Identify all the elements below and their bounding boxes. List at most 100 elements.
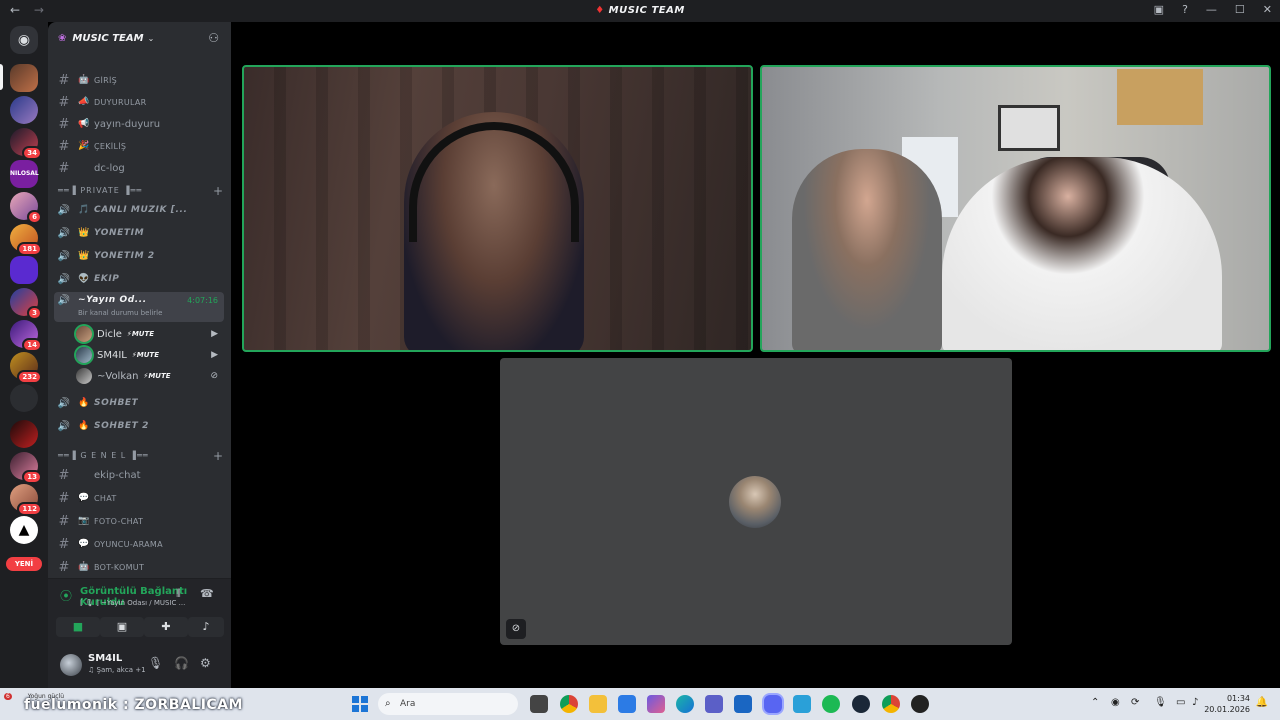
voice-user[interactable]: ~Volkan ⚡MUTE ⊘: [76, 367, 224, 385]
text-channel[interactable]: # 💬 OYUNCU-ARAMA: [54, 534, 224, 554]
guild-header[interactable]: ❀ MUSIC TEAM ⌄ ⚇: [48, 22, 231, 54]
gear-icon[interactable]: ⚙: [200, 656, 211, 670]
steam-icon[interactable]: [852, 695, 870, 713]
add-channel-icon[interactable]: +: [213, 449, 224, 463]
triangle-logo-icon: ▲: [18, 522, 30, 538]
voice-channel[interactable]: 🔊 👑 YÖNETİM: [54, 223, 224, 243]
chrome-icon[interactable]: [560, 695, 578, 713]
discord-taskbar-icon[interactable]: [764, 695, 782, 713]
server-icon[interactable]: 181: [10, 224, 42, 256]
text-channel[interactable]: # 📣 DUYURULAR: [54, 92, 224, 112]
server-icon[interactable]: 3: [10, 288, 42, 320]
file-explorer-icon[interactable]: [589, 695, 607, 713]
server-icon[interactable]: 14: [10, 320, 42, 352]
video-tile-dicle[interactable]: [242, 65, 753, 352]
channel-status[interactable]: Bir kanal durumu belirle: [78, 309, 162, 317]
voice-user[interactable]: SM4IL ⚡MUTE ▶: [76, 346, 224, 364]
server-icon[interactable]: [10, 256, 38, 284]
connection-channel[interactable]: [ 🎙 ] ~Yayın Odası / MUSIC ...: [80, 599, 185, 607]
text-channel[interactable]: # 🤖 GİRİŞ: [54, 70, 224, 90]
text-channel[interactable]: # ekip-chat: [54, 465, 224, 485]
text-channel[interactable]: # 🎉 ÇEKİLİŞ: [54, 136, 224, 156]
tray-chevron-icon[interactable]: ⌃: [1091, 697, 1099, 708]
disconnect-icon[interactable]: ☎: [200, 587, 214, 600]
text-channel[interactable]: # 📷 FOTO-CHAT: [54, 511, 224, 531]
voice-user-name: Dicle: [97, 328, 122, 340]
voice-channel[interactable]: 🔊 🔥 SOHBET: [54, 393, 224, 413]
video-tile-volkan[interactable]: ⊘: [500, 358, 1012, 645]
new-badge[interactable]: YENİ: [6, 557, 42, 571]
invite-icon[interactable]: ⚇: [208, 31, 219, 45]
server-icon[interactable]: NILOSAL: [10, 160, 39, 188]
camera-button[interactable]: ■: [56, 617, 100, 637]
server-icon[interactable]: 13: [10, 452, 42, 484]
user-bar: SM4IL ♫ Şam, akca +1 🎙 🎧 ⚙: [48, 642, 231, 688]
mute-tag: ⚡MUTE: [131, 351, 159, 359]
tray-sync-icon[interactable]: ⟳: [1131, 697, 1139, 708]
voice-channel[interactable]: 🔊 🔥 SOHBET 2: [54, 416, 224, 436]
video-tile-sm4il[interactable]: [760, 65, 1271, 352]
activities-button[interactable]: ✚: [144, 617, 188, 637]
text-channel[interactable]: # dc-log: [54, 158, 224, 178]
screen-share-button[interactable]: ▣: [100, 617, 144, 637]
active-voice-channel[interactable]: 🔊 ~Yayın Od... 4:07:16 Bir kanal durumu bel…: [54, 292, 224, 322]
start-button[interactable]: [352, 696, 368, 712]
add-channel-icon[interactable]: +: [213, 184, 224, 198]
soundboard-button[interactable]: ♪: [188, 617, 224, 637]
text-channel[interactable]: # 📢 yayın-duyuru: [54, 114, 224, 134]
obs-icon[interactable]: [911, 695, 929, 713]
volume-icon[interactable]: ♪: [1192, 697, 1198, 708]
headphones-icon[interactable]: 🎧: [174, 656, 189, 670]
server-icon[interactable]: 34: [10, 128, 42, 160]
news-badge: 6: [4, 693, 12, 700]
microphone-icon[interactable]: 🎙: [148, 656, 163, 670]
hash-icon: #: [58, 94, 70, 110]
teams-icon[interactable]: [705, 695, 723, 713]
voice-channel[interactable]: 🔊 👑 YÖNETİM 2: [54, 246, 224, 266]
server-icon[interactable]: 6: [10, 192, 42, 224]
mention-badge: 232: [17, 370, 42, 384]
minimize-button[interactable]: —: [1206, 3, 1217, 16]
tray-app-icon[interactable]: ◉: [1111, 697, 1120, 708]
system-clock[interactable]: 01:34 20.01.2026: [1204, 693, 1250, 715]
server-icon[interactable]: 112: [10, 484, 42, 516]
server-icon[interactable]: ▲: [10, 516, 38, 544]
server-icon[interactable]: [10, 420, 38, 448]
monitor-icon[interactable]: [793, 695, 811, 713]
edge-icon[interactable]: [676, 695, 694, 713]
notification-icon[interactable]: 🔔: [1256, 697, 1268, 708]
text-channel[interactable]: # 🤖 BOT-KOMUT: [54, 557, 224, 577]
maximize-button[interactable]: ☐: [1235, 3, 1245, 16]
text-channel[interactable]: # 💬 CHAT: [54, 488, 224, 508]
network-icon[interactable]: ▭: [1176, 697, 1185, 708]
chrome-profile-icon[interactable]: [882, 695, 900, 713]
task-view-icon[interactable]: [530, 695, 548, 713]
channel-sidebar: ❀ MUSIC TEAM ⌄ ⚇ # 🤖 GİRİŞ # 📣 DUYURULAR # 📢 yay…: [48, 22, 231, 688]
user-avatar[interactable]: [60, 654, 82, 676]
close-button[interactable]: ✕: [1263, 3, 1272, 16]
help-icon[interactable]: ?: [1182, 3, 1188, 16]
home-button[interactable]: ◉: [10, 26, 38, 54]
server-icon[interactable]: [10, 384, 38, 412]
server-icon[interactable]: [10, 64, 38, 92]
user-name[interactable]: SM4IL: [88, 653, 122, 664]
server-icon[interactable]: 232: [10, 352, 42, 384]
store-icon[interactable]: [618, 695, 636, 713]
outlook-icon[interactable]: [734, 695, 752, 713]
tray-mic-icon[interactable]: 🎙: [1154, 697, 1167, 708]
channel-label: CHAT: [94, 493, 117, 503]
copilot-icon[interactable]: [647, 695, 665, 713]
camera-off-icon[interactable]: ⊘: [506, 619, 526, 639]
server-icon[interactable]: [10, 96, 38, 124]
channel-label: YÖNETİM: [94, 228, 145, 238]
voice-user[interactable]: Dicle ⚡MUTE ▶: [76, 325, 224, 343]
noise-suppression-icon[interactable]: ⦀: [176, 587, 181, 601]
voice-channel[interactable]: 🔊 🎵 CANLI MUZIK [...: [54, 200, 224, 220]
category-genel[interactable]: ══▐ G E N E L ▐══ +: [58, 449, 224, 465]
taskbar-search[interactable]: ⌕ Ara: [378, 693, 518, 715]
voice-channel[interactable]: 🔊 👽 EKİP: [54, 269, 224, 289]
spotify-icon[interactable]: [822, 695, 840, 713]
channel-label: YÖNETİM 2: [94, 251, 155, 261]
category-private[interactable]: ══▐ PRIVATE ▐══ +: [58, 184, 224, 200]
inbox-icon[interactable]: ▣: [1154, 3, 1164, 16]
